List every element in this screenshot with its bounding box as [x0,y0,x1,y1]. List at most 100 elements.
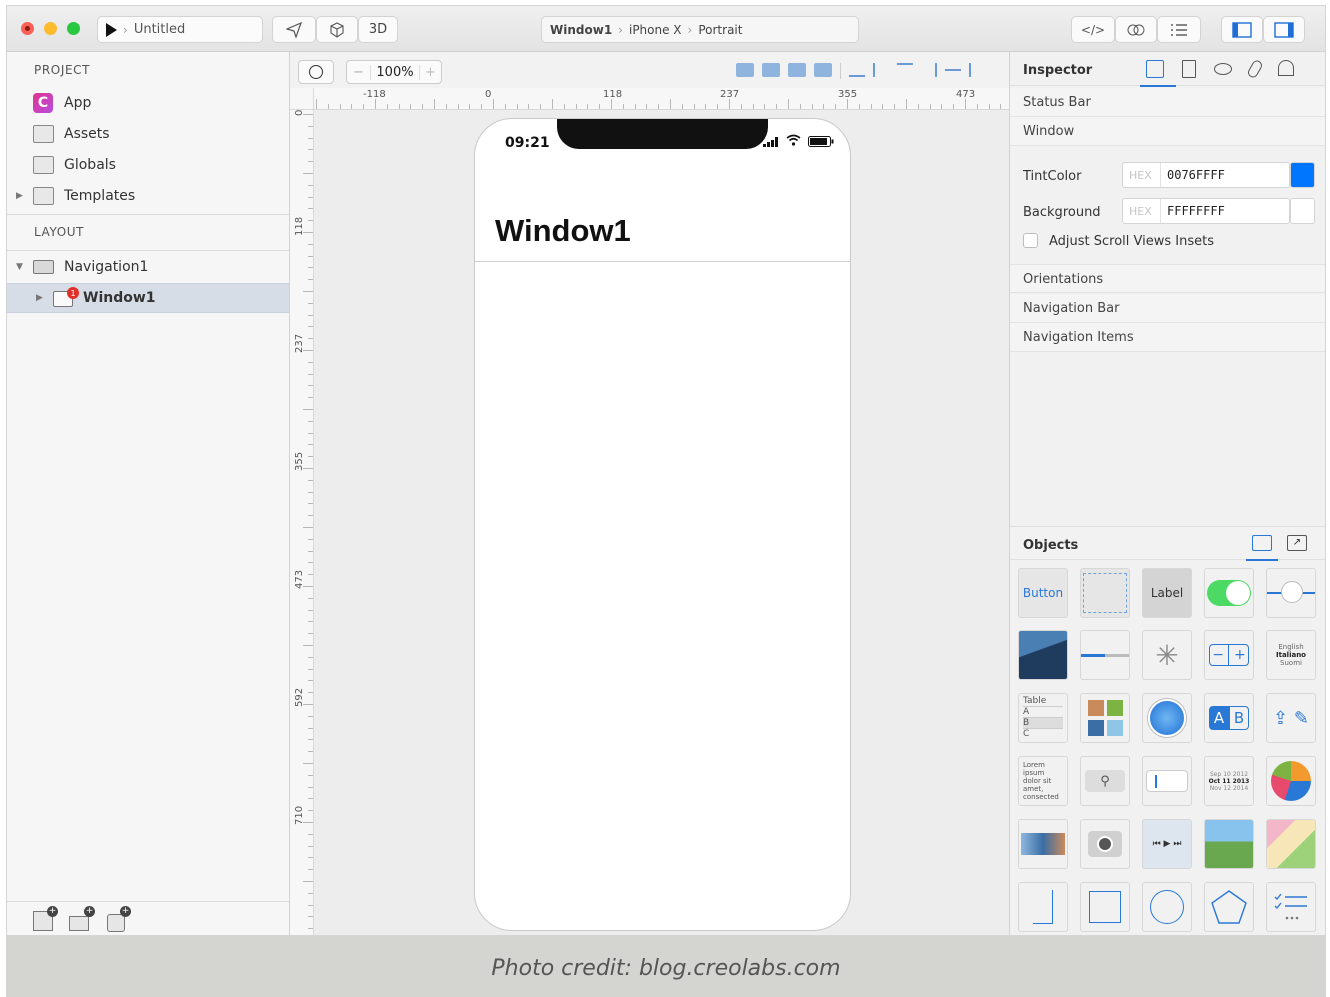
object-view[interactable] [1080,568,1130,618]
broadcast-icon[interactable] [1278,60,1294,76]
design-canvas[interactable]: − 100% + -118 0 118 237 355 473 0 118 23… [290,52,1009,935]
object-rectangle[interactable] [1080,882,1130,932]
send-button[interactable] [272,16,316,43]
object-switch[interactable] [1204,568,1254,618]
object-progress-view[interactable] [1080,630,1130,680]
photo-thumb-icon [1106,700,1123,717]
disclosure-open-icon[interactable]: ▼ [16,262,23,272]
toggle-right-panel-button[interactable] [1263,16,1305,43]
text-line: ipsum [1023,769,1045,777]
arrange-icon[interactable] [788,63,806,77]
align-middle-icon[interactable] [945,63,961,71]
align-right-icon[interactable] [921,63,937,77]
attributes-inspector-icon[interactable] [1146,60,1164,78]
object-gallery[interactable] [1018,819,1068,869]
list-view-button[interactable] [1157,16,1201,43]
disclosure-triangle-icon[interactable]: ▶ [36,293,43,303]
align-top-icon[interactable] [897,63,913,77]
section-orientations[interactable]: Orientations [1010,264,1325,293]
tint-color-field[interactable]: HEX 0076FFFF [1122,162,1290,188]
zoom-out-button[interactable]: − [347,64,371,80]
objects-library-icon[interactable] [1252,535,1272,551]
toggle-left-panel-button[interactable] [1221,16,1263,43]
object-camera[interactable] [1080,819,1130,869]
layout-item-navigation1[interactable]: ▼ Navigation1 [7,252,289,282]
wrench-icon[interactable]: ↗ [1287,535,1307,551]
object-date-picker[interactable]: Sep 10 2012 Oct 11 2013 Nov 12 2014 [1204,756,1254,806]
ruler-tick [611,99,612,109]
object-chart[interactable] [1266,756,1316,806]
section-window[interactable]: Window [1010,117,1325,146]
project-item-globals[interactable]: Globals [7,150,289,180]
section-navigation-items[interactable]: Navigation Items [1010,323,1325,352]
object-polygon[interactable] [1204,882,1254,932]
object-table-view[interactable]: Table A B C [1018,693,1068,743]
object-segmented-control[interactable]: A B [1204,693,1254,743]
project-item-assets[interactable]: Assets [7,119,289,149]
object-line-constraint[interactable] [1018,882,1068,932]
object-search-bar[interactable]: ⚲ [1080,756,1130,806]
section-status-bar[interactable]: Status Bar [1010,88,1325,117]
object-collection-view[interactable] [1080,693,1130,743]
ruler-tick [505,104,506,109]
object-button[interactable]: Button [1018,568,1068,618]
close-window-button[interactable] [21,22,34,35]
paperclip-icon[interactable] [1246,58,1264,80]
object-web-view[interactable] [1142,693,1192,743]
object-map-view[interactable] [1204,819,1254,869]
object-activity-indicator[interactable]: ✳ [1142,630,1192,680]
arrange-icon[interactable] [814,63,832,77]
add-tab-icon[interactable] [107,914,125,932]
document-inspector-icon[interactable] [1182,60,1196,78]
play-icon[interactable] [106,22,117,37]
object-oval[interactable] [1142,882,1192,932]
align-center-icon[interactable] [873,63,889,77]
project-item-templates[interactable]: ▶ Templates [7,181,289,211]
ruler-tick [308,846,313,847]
zoom-level[interactable]: 100% [371,65,419,80]
ruler-tick [308,857,313,858]
spinner-icon: ✳ [1155,638,1179,672]
code-view-button[interactable]: </> [1071,16,1115,43]
shape-tool-button[interactable] [298,60,334,84]
arrange-icon[interactable] [736,63,754,77]
object-text-field[interactable] [1142,756,1192,806]
3d-view-button[interactable]: 3D [358,16,398,43]
zoom-window-button[interactable] [67,22,80,35]
object-media-player[interactable]: ⏮ ▶ ⏭ [1142,819,1192,869]
zoom-in-button[interactable]: + [419,64,441,80]
object-stepper[interactable]: − + [1204,630,1254,680]
arrange-icon[interactable] [762,63,780,77]
breadcrumb-orientation[interactable]: Portrait [698,23,742,37]
iphone-x-preview[interactable]: 09:21 Window1 [474,118,851,931]
background-color-field[interactable]: HEX FFFFFFFF [1122,198,1290,224]
section-navigation-bar[interactable]: Navigation Bar [1010,294,1325,323]
object-map[interactable] [1266,819,1316,869]
build-button[interactable] [316,16,358,43]
background-color-swatch[interactable] [1290,198,1315,224]
object-text-view[interactable]: Lorem ipsum dolor sit amet, consected [1018,756,1068,806]
minimize-window-button[interactable] [44,22,57,35]
disclosure-triangle-icon[interactable]: ▶ [16,191,23,201]
add-navigation-icon[interactable] [69,916,89,931]
layout-item-window1[interactable]: ▶ 1 Window1 [7,283,289,313]
object-toolbar[interactable]: ⇪ ✎ [1266,693,1316,743]
run-scheme-selector[interactable]: › Untitled [97,16,263,43]
adjust-scroll-checkbox[interactable] [1023,233,1038,248]
object-picker-view[interactable]: English Italiano Suomi [1266,630,1316,680]
toggle-view-button[interactable] [1115,16,1157,43]
tint-color-swatch[interactable] [1290,162,1315,188]
breadcrumb-window[interactable]: Window1 [550,23,612,37]
object-checklist[interactable] [1266,882,1316,932]
object-label[interactable]: Label [1142,568,1192,618]
ruler-label: 0 [485,89,492,100]
breadcrumb-device[interactable]: iPhone X [629,23,682,37]
right-panel-icon [1274,21,1294,38]
project-item-app[interactable]: C App [7,88,289,118]
layers-icon[interactable] [1214,63,1232,75]
align-left-icon[interactable] [969,63,985,77]
object-slider[interactable] [1266,568,1316,618]
align-bottom-icon[interactable] [849,63,865,77]
object-image-view[interactable] [1018,630,1068,680]
ruler-tick [308,126,313,127]
